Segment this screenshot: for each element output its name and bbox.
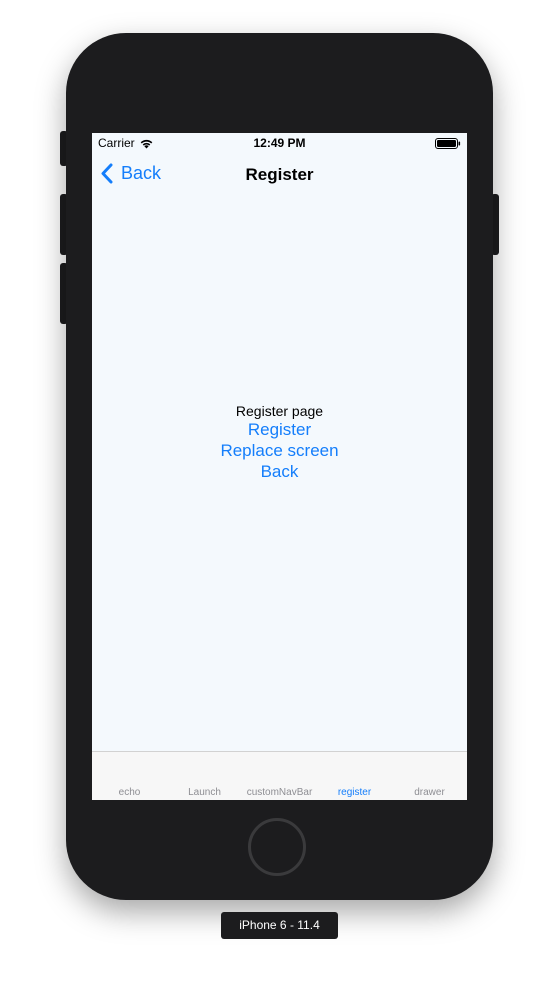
- tab-launch[interactable]: Launch: [167, 787, 242, 798]
- home-button[interactable]: [248, 818, 306, 876]
- tab-drawer[interactable]: drawer: [392, 787, 467, 798]
- status-bar: Carrier 12:49 PM: [92, 133, 467, 153]
- page-label: Register page: [235, 403, 324, 419]
- tab-echo[interactable]: echo: [92, 787, 167, 798]
- register-content: Register page Register Replace screen Ba…: [92, 403, 467, 482]
- page-title: Register: [245, 165, 314, 184]
- simulator-stage: Carrier 12:49 PM Back Register Register …: [0, 0, 559, 981]
- tab-customnavbar[interactable]: customNavBar: [242, 787, 317, 798]
- battery-icon: [435, 138, 461, 149]
- navigation-bar: Back Register: [92, 153, 467, 197]
- tab-bar: echo Launch customNavBar register drawer: [92, 751, 467, 800]
- phone-screen: Carrier 12:49 PM Back Register Register …: [92, 133, 467, 800]
- tab-register[interactable]: register: [317, 787, 392, 798]
- replace-screen-link[interactable]: Replace screen: [92, 440, 467, 461]
- back-link[interactable]: Back: [92, 461, 467, 482]
- device-label: iPhone 6 - 11.4: [221, 912, 338, 939]
- register-link[interactable]: Register: [92, 419, 467, 440]
- status-time: 12:49 PM: [253, 136, 306, 150]
